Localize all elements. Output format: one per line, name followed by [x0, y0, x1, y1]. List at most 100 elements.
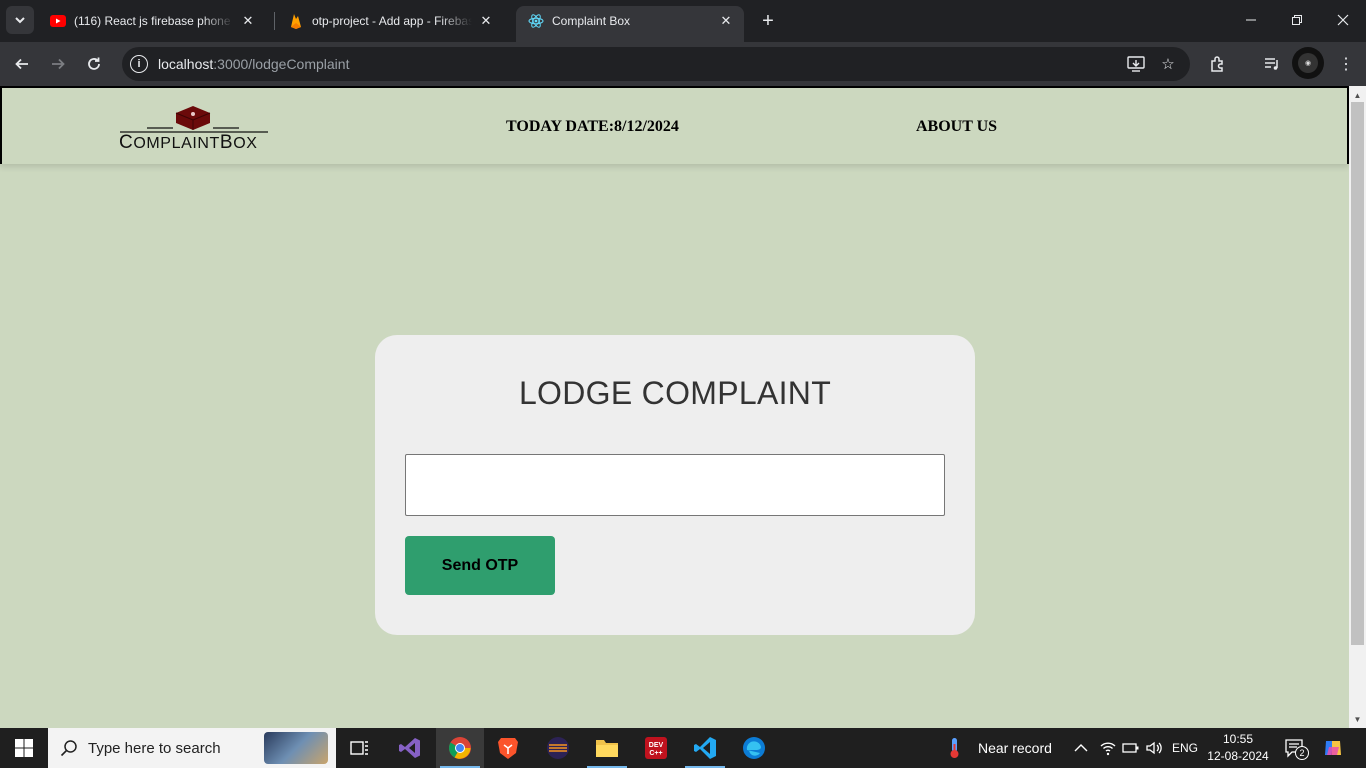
forward-arrow-icon	[52, 58, 65, 70]
brave-icon	[498, 738, 518, 759]
logo-letter: C	[119, 132, 134, 153]
clock-date: 12-08-2024	[1207, 749, 1269, 763]
start-button[interactable]	[0, 728, 48, 768]
react-icon	[528, 13, 544, 29]
firebase-icon	[288, 13, 304, 29]
send-otp-button[interactable]: Send OTP	[405, 536, 555, 595]
weather-text: Near record	[978, 740, 1052, 756]
tab-firebase[interactable]: otp-project - Add app - Firebas ✕	[276, 6, 504, 36]
search-placeholder: Type here to search	[88, 739, 221, 757]
page-scrollbar[interactable]: ▲ ▼	[1349, 86, 1366, 728]
eclipse-app[interactable]	[534, 728, 582, 768]
vscode-app[interactable]	[681, 728, 729, 768]
reload-icon	[88, 57, 100, 70]
close-tab-icon[interactable]: ✕	[240, 13, 256, 29]
scroll-down-arrow-icon[interactable]: ▼	[1349, 712, 1366, 726]
visual-studio-app[interactable]	[386, 728, 434, 768]
complaintbox-logo[interactable]: COMPLAINTBOX	[117, 104, 269, 154]
thermometer-icon	[950, 738, 959, 758]
url-text: localhost:3000/lodgeComplaint	[158, 56, 349, 72]
svg-text:DEV: DEV	[649, 742, 664, 749]
today-date: TODAY DATE:8/12/2024	[506, 118, 679, 135]
back-arrow-icon	[15, 58, 28, 70]
restore-button[interactable]	[1274, 0, 1320, 40]
task-view-button[interactable]	[336, 728, 384, 768]
logo-text: COMPLAINTBOX	[119, 132, 258, 154]
url-path: :3000/lodgeComplaint	[213, 56, 350, 72]
restore-icon	[1292, 15, 1302, 25]
media-control-icon[interactable]	[1260, 52, 1284, 76]
page-viewport: COMPLAINTBOX TODAY DATE:8/12/2024 ABOUT …	[0, 86, 1366, 728]
file-explorer-app[interactable]	[583, 728, 631, 768]
language-indicator[interactable]: ENG	[1172, 728, 1198, 768]
edge-app[interactable]	[730, 728, 778, 768]
scroll-up-arrow-icon[interactable]: ▲	[1349, 88, 1366, 102]
close-tab-icon[interactable]: ✕	[478, 13, 494, 29]
address-bar[interactable]: i localhost:3000/lodgeComplaint ☆	[122, 47, 1190, 81]
scroll-thumb[interactable]	[1351, 102, 1364, 645]
weather-widget[interactable]: Near record	[946, 728, 1052, 768]
logo-letter: B	[219, 132, 234, 153]
show-hidden-icons[interactable]	[1074, 728, 1088, 768]
edge-icon	[743, 737, 765, 759]
taskbar-search[interactable]: Type here to search	[48, 728, 336, 768]
new-tab-button[interactable]: +	[754, 7, 782, 35]
nav-about-us[interactable]: ABOUT US	[916, 118, 997, 136]
tab-separator	[274, 12, 275, 30]
brave-app[interactable]	[484, 728, 532, 768]
windows-taskbar: Type here to search DEVC++ Near record	[0, 728, 1366, 768]
bookmark-star-icon[interactable]: ☆	[1158, 54, 1178, 74]
notification-badge: 2	[1295, 746, 1309, 760]
devcpp-icon: DEVC++	[645, 737, 667, 759]
tab-title: (116) React js firebase phone au	[74, 14, 234, 28]
vscode-icon	[694, 737, 716, 759]
folder-icon	[596, 740, 618, 757]
minimize-icon	[1246, 19, 1256, 21]
forward-button[interactable]	[44, 50, 72, 78]
install-app-icon[interactable]	[1126, 54, 1146, 74]
battery-icon[interactable]	[1122, 728, 1140, 768]
close-tab-icon[interactable]: ✕	[718, 13, 734, 29]
task-view-icon	[350, 741, 368, 755]
box-logo-icon	[120, 106, 268, 133]
minimize-button[interactable]	[1228, 0, 1274, 40]
close-window-button[interactable]	[1320, 0, 1366, 40]
tab-complaint-box[interactable]: Complaint Box ✕	[516, 6, 744, 42]
copilot-icon	[1325, 741, 1341, 755]
extensions-icon[interactable]	[1206, 52, 1230, 76]
tab-youtube[interactable]: (116) React js firebase phone au ✕	[38, 6, 266, 36]
lodge-complaint-card: LODGE COMPLAINT Send OTP	[375, 335, 975, 635]
site-info-icon[interactable]: i	[130, 55, 148, 73]
tab-search-button[interactable]	[6, 6, 34, 34]
notification-center[interactable]: 2	[1284, 728, 1309, 768]
close-icon	[1337, 14, 1349, 26]
chevron-up-icon	[1074, 744, 1088, 752]
profile-avatar[interactable]: ◉	[1292, 47, 1324, 79]
copilot-button[interactable]	[1322, 728, 1344, 768]
eclipse-icon	[547, 737, 569, 759]
back-button[interactable]	[8, 50, 36, 78]
chrome-app[interactable]	[436, 728, 484, 768]
taskbar-clock[interactable]: 10:55 12-08-2024	[1206, 731, 1270, 765]
search-icon	[60, 740, 77, 757]
chrome-menu-icon[interactable]: ⋮	[1334, 52, 1358, 76]
logo-word: OMPLAINT	[133, 135, 220, 152]
tab-title: Complaint Box	[552, 14, 631, 28]
visual-studio-icon	[399, 738, 420, 758]
volume-icon[interactable]	[1145, 728, 1163, 768]
svg-text:C++: C++	[649, 750, 662, 757]
url-host: localhost	[158, 56, 214, 72]
site-header: COMPLAINTBOX TODAY DATE:8/12/2024 ABOUT …	[0, 86, 1349, 164]
complaint-input[interactable]	[405, 454, 945, 516]
search-highlight-image	[264, 732, 328, 764]
browser-tab-strip: (116) React js firebase phone au ✕ otp-p…	[0, 0, 1366, 42]
chrome-icon	[449, 737, 471, 759]
devcpp-app[interactable]: DEV C++	[632, 728, 680, 768]
avatar-icon: ◉	[1298, 53, 1318, 73]
reload-button[interactable]	[80, 50, 108, 78]
network-icon[interactable]	[1099, 728, 1117, 768]
youtube-icon	[50, 13, 66, 29]
windows-logo-icon	[15, 739, 33, 757]
tab-title: otp-project - Add app - Firebas	[312, 14, 472, 28]
logo-word: OX	[233, 135, 258, 152]
